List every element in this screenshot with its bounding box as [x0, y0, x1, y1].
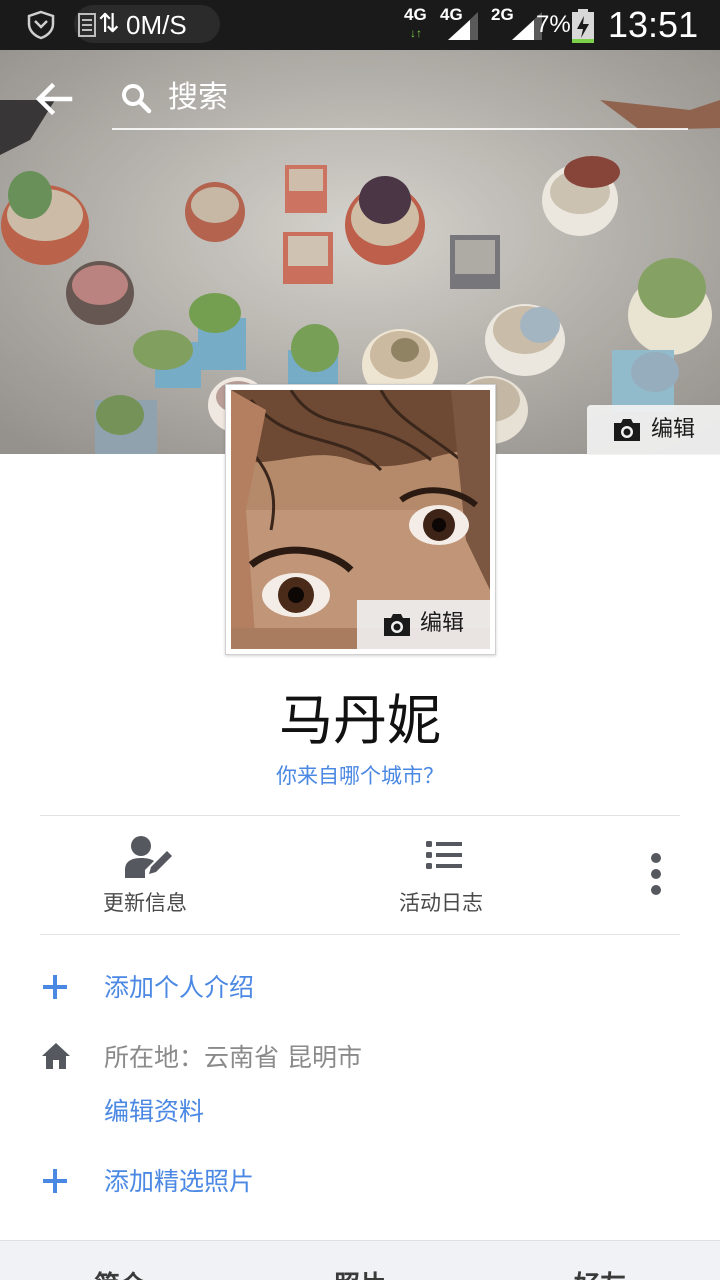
- tab-intro[interactable]: 简介: [94, 1271, 146, 1280]
- network-type-1: 4G: [404, 5, 427, 24]
- network-speed: 0M/S: [126, 10, 187, 40]
- shield-icon: [27, 10, 55, 40]
- city-prompt-link[interactable]: 你来自哪个城市？: [0, 762, 720, 790]
- location-text: 所在地：云南省 昆明市: [104, 1042, 362, 1074]
- location-label: 所在地：: [104, 1043, 205, 1072]
- more-options-icon[interactable]: [640, 848, 672, 904]
- update-info-label: 更新信息: [103, 891, 187, 915]
- network-type-3: 2G: [491, 5, 514, 24]
- add-featured-photos-link[interactable]: 添加精选照片: [104, 1166, 254, 1198]
- activity-log-label: 活动日志: [399, 891, 483, 915]
- back-arrow-icon[interactable]: [30, 78, 82, 120]
- home-icon: [42, 1043, 70, 1069]
- network-type-2: 4G: [440, 5, 463, 24]
- edit-avatar-label: 编辑: [420, 611, 465, 636]
- add-intro-row[interactable]: 添加个人介绍: [0, 960, 720, 1018]
- sim-card-icon: [78, 13, 96, 37]
- list-icon: [426, 841, 462, 869]
- search-placeholder: 搜索: [168, 80, 228, 115]
- tab-photos[interactable]: 照片: [334, 1271, 386, 1280]
- search-bar[interactable]: 搜索: [112, 72, 688, 130]
- divider: [40, 815, 680, 816]
- edit-profile-row[interactable]: 编辑资料: [0, 1090, 720, 1136]
- add-intro-link[interactable]: 添加个人介绍: [104, 972, 254, 1004]
- edit-cover-label: 编辑: [651, 417, 696, 442]
- clock: 13:51: [608, 4, 699, 45]
- person-edit-icon: [125, 836, 172, 878]
- divider: [40, 934, 680, 935]
- profile-name: 马丹妮: [279, 689, 441, 752]
- battery-percent: 7%: [536, 11, 571, 38]
- add-photos-row[interactable]: 添加精选照片: [0, 1152, 720, 1210]
- activity-log-button[interactable]: 活动日志: [388, 830, 500, 922]
- location-row: 所在地：云南省 昆明市: [0, 1032, 720, 1084]
- data-arrows-icon: ⇅: [98, 9, 120, 39]
- status-bar: ⇅ 0M/S 4G ↓↑ 4G 2G 7% 13:51: [0, 0, 720, 50]
- plus-icon: [43, 1169, 67, 1193]
- network-type-1-activity: ↓↑: [410, 26, 422, 40]
- plus-icon: [43, 975, 67, 999]
- camera-icon: [614, 419, 640, 441]
- search-icon: [122, 84, 152, 114]
- edit-profile-link[interactable]: 编辑资料: [104, 1096, 204, 1128]
- camera-icon: [384, 614, 410, 636]
- location-value: 云南省 昆明市: [204, 1043, 362, 1072]
- edit-cover-button[interactable]: 编辑: [587, 405, 720, 455]
- profile-tabs: 简介 照片 好友: [0, 1240, 720, 1280]
- tab-friends[interactable]: 好友: [574, 1271, 626, 1280]
- update-info-button[interactable]: 更新信息: [90, 830, 206, 922]
- battery-charging-icon: [572, 9, 594, 43]
- edit-avatar-button[interactable]: 编辑: [357, 600, 490, 649]
